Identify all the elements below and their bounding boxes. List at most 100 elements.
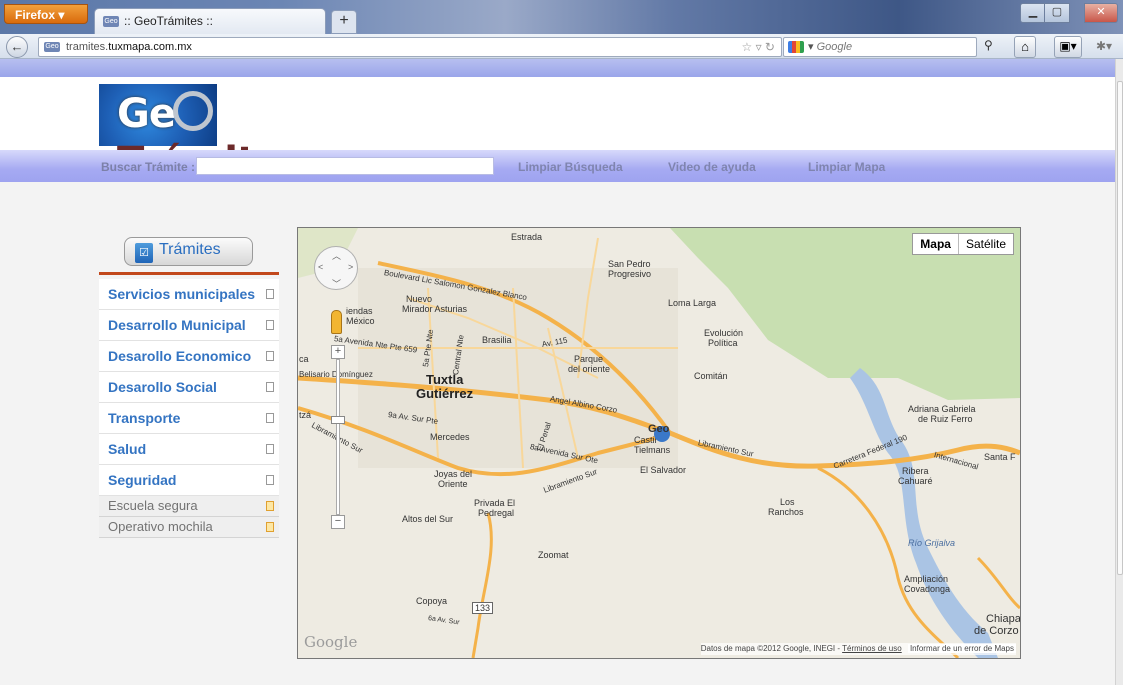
addon-icon[interactable]: ✱▾	[1090, 37, 1118, 55]
zoom-slider[interactable]	[336, 359, 340, 515]
engine-dropdown-icon[interactable]: ▾	[808, 41, 814, 53]
sidebar-item-label: Salud	[108, 441, 147, 457]
site-identity-icon[interactable]: Geo	[44, 42, 60, 53]
close-window-button[interactable]: ✕	[1084, 3, 1118, 23]
sidebar-item-label: Seguridad	[108, 472, 177, 488]
report-map-error-link[interactable]: Informar de un error de Maps	[907, 644, 1016, 653]
clear-search-link[interactable]: Limpiar Búsqueda	[518, 160, 623, 174]
map-label-city: Gutiérrez	[416, 386, 474, 401]
map-label: Chiapa	[986, 613, 1021, 625]
document-icon[interactable]	[266, 413, 274, 423]
sidebar-subitem-escuela-segura[interactable]: Escuela segura	[99, 496, 279, 517]
route-shield: 133	[472, 602, 494, 614]
browser-tab[interactable]: Geo:: GeoTrámites ::	[94, 8, 326, 34]
sidebar-item-label: Desarrollo Municipal	[108, 317, 246, 333]
back-arrow-icon[interactable]: ←	[6, 36, 28, 58]
map-attribution: Datos de mapa ©2012 Google, INEGI - Térm…	[700, 643, 1016, 655]
zoom-out-button[interactable]: −	[331, 515, 345, 529]
map-label: Oriente	[438, 479, 468, 489]
google-engine-icon[interactable]	[788, 41, 804, 54]
pan-control[interactable]: ︿ ﹀ < >	[314, 246, 358, 290]
sidebar-item-desarollo-social[interactable]: Desarollo Social	[99, 372, 279, 403]
firefox-menu-button[interactable]: Firefox ▾	[4, 4, 88, 24]
pan-right-icon[interactable]: >	[348, 262, 353, 272]
browser-navigation-bar: ← Geo tramites.tuxmapa.com.mx ☆ ▿ ↻ ▾ Goo…	[0, 34, 1123, 59]
map-label: Privada El	[474, 498, 516, 508]
document-icon[interactable]	[266, 501, 274, 511]
sidebar-item-label: Servicios municipales	[108, 286, 256, 302]
maximize-button[interactable]: ▢	[1044, 3, 1070, 23]
sidebar-item-transporte[interactable]: Transporte	[99, 403, 279, 434]
location-marker-icon[interactable]: Geo	[648, 422, 674, 442]
map-label: Los	[780, 497, 795, 507]
document-icon[interactable]	[266, 475, 274, 485]
firefox-menu-label: Firefox	[15, 8, 56, 22]
zoom-slider-handle[interactable]	[331, 416, 345, 424]
street-view-pegman-icon[interactable]	[331, 310, 342, 334]
search-icon[interactable]: ⚲	[984, 38, 993, 52]
page-scrollbar[interactable]	[1115, 59, 1123, 685]
document-icon[interactable]	[266, 444, 274, 454]
tab-title: :: GeoTrámites ::	[124, 14, 213, 28]
url-prefix: tramites.	[66, 41, 109, 53]
sidebar-subitem-label: Operativo mochila	[108, 519, 213, 534]
document-icon[interactable]	[266, 351, 274, 361]
document-icon[interactable]	[266, 320, 274, 330]
help-video-link[interactable]: Video de ayuda	[668, 160, 756, 174]
tramites-button[interactable]: ☑ Trámites	[124, 237, 253, 266]
map-label: Cahuaré	[898, 476, 933, 486]
document-icon[interactable]	[266, 382, 274, 392]
map-label: Joyas del	[434, 469, 473, 479]
page-top-strip	[0, 59, 1115, 77]
google-map-logo[interactable]: Google	[304, 633, 357, 651]
document-icon[interactable]	[266, 289, 274, 299]
pan-down-icon[interactable]: ﹀	[332, 277, 341, 290]
map-label: Mercedes	[430, 432, 470, 442]
sidebar-item-servicios-municipales[interactable]: Servicios municipales	[99, 279, 279, 310]
map-label: ca	[299, 354, 309, 364]
road	[471, 512, 493, 658]
map-label: iendas	[346, 306, 373, 316]
pan-up-icon[interactable]: ︿	[332, 249, 341, 262]
home-icon[interactable]: ⌂	[1014, 36, 1036, 58]
map-label: El Salvador	[640, 465, 687, 475]
sidebar-item-label: Desarollo Social	[108, 379, 217, 395]
tramite-search-input[interactable]	[196, 157, 494, 175]
map-label: Estrada	[511, 232, 543, 242]
map-label: Covadonga	[904, 584, 951, 594]
new-tab-button[interactable]: +	[331, 10, 357, 34]
minimize-button[interactable]: ▁	[1020, 3, 1046, 23]
bookmarks-icon[interactable]: ▣▾	[1054, 36, 1082, 58]
zoom-in-button[interactable]: +	[331, 345, 345, 359]
clear-map-link[interactable]: Limpiar Mapa	[808, 160, 885, 174]
document-icon[interactable]	[266, 522, 274, 532]
search-engine-bar[interactable]: ▾ Google	[783, 37, 977, 57]
checklist-icon: ☑	[135, 243, 153, 263]
geotramites-logo[interactable]: GeTrámites	[99, 84, 329, 185]
google-map[interactable]: Estrada San Pedro Progresivo Loma Larga …	[297, 227, 1021, 659]
url-bar-icons[interactable]: ☆ ▿ ↻	[741, 38, 775, 56]
map-label: Adriana Gabriela	[908, 404, 976, 414]
sidebar-item-seguridad[interactable]: Seguridad	[99, 465, 279, 496]
url-host: tuxmapa.com.mx	[108, 41, 192, 53]
map-label: Nuevo	[406, 294, 433, 304]
road	[976, 556, 1020, 610]
terms-of-use-link[interactable]: Términos de uso	[842, 644, 902, 653]
search-placeholder: Google	[816, 41, 853, 53]
map-label: de Ruiz Ferro	[918, 414, 973, 424]
sidebar-item-salud[interactable]: Salud	[99, 434, 279, 465]
map-type-mapa-button[interactable]: Mapa	[913, 234, 959, 254]
sidebar-subitem-operativo-mochila[interactable]: Operativo mochila	[99, 517, 279, 538]
map-label: Ampliación	[904, 574, 949, 584]
url-bar[interactable]: Geo tramites.tuxmapa.com.mx ☆ ▿ ↻	[38, 37, 782, 57]
sidebar-item-desarrollo-municipal[interactable]: Desarrollo Municipal	[99, 310, 279, 341]
map-label: Mirador Asturias	[402, 304, 468, 314]
map-label: del oriente	[568, 364, 611, 374]
sidebar-item-desarollo-economico[interactable]: Desarollo Economico	[99, 341, 279, 372]
scrollbar-thumb[interactable]	[1117, 81, 1123, 575]
sidebar-item-label: Desarollo Economico	[108, 348, 252, 364]
pan-left-icon[interactable]: <	[318, 262, 323, 272]
map-type-satellite-button[interactable]: Satélite	[959, 234, 1013, 254]
map-label: Parque	[574, 354, 604, 364]
map-label: Tielmans	[634, 445, 671, 455]
